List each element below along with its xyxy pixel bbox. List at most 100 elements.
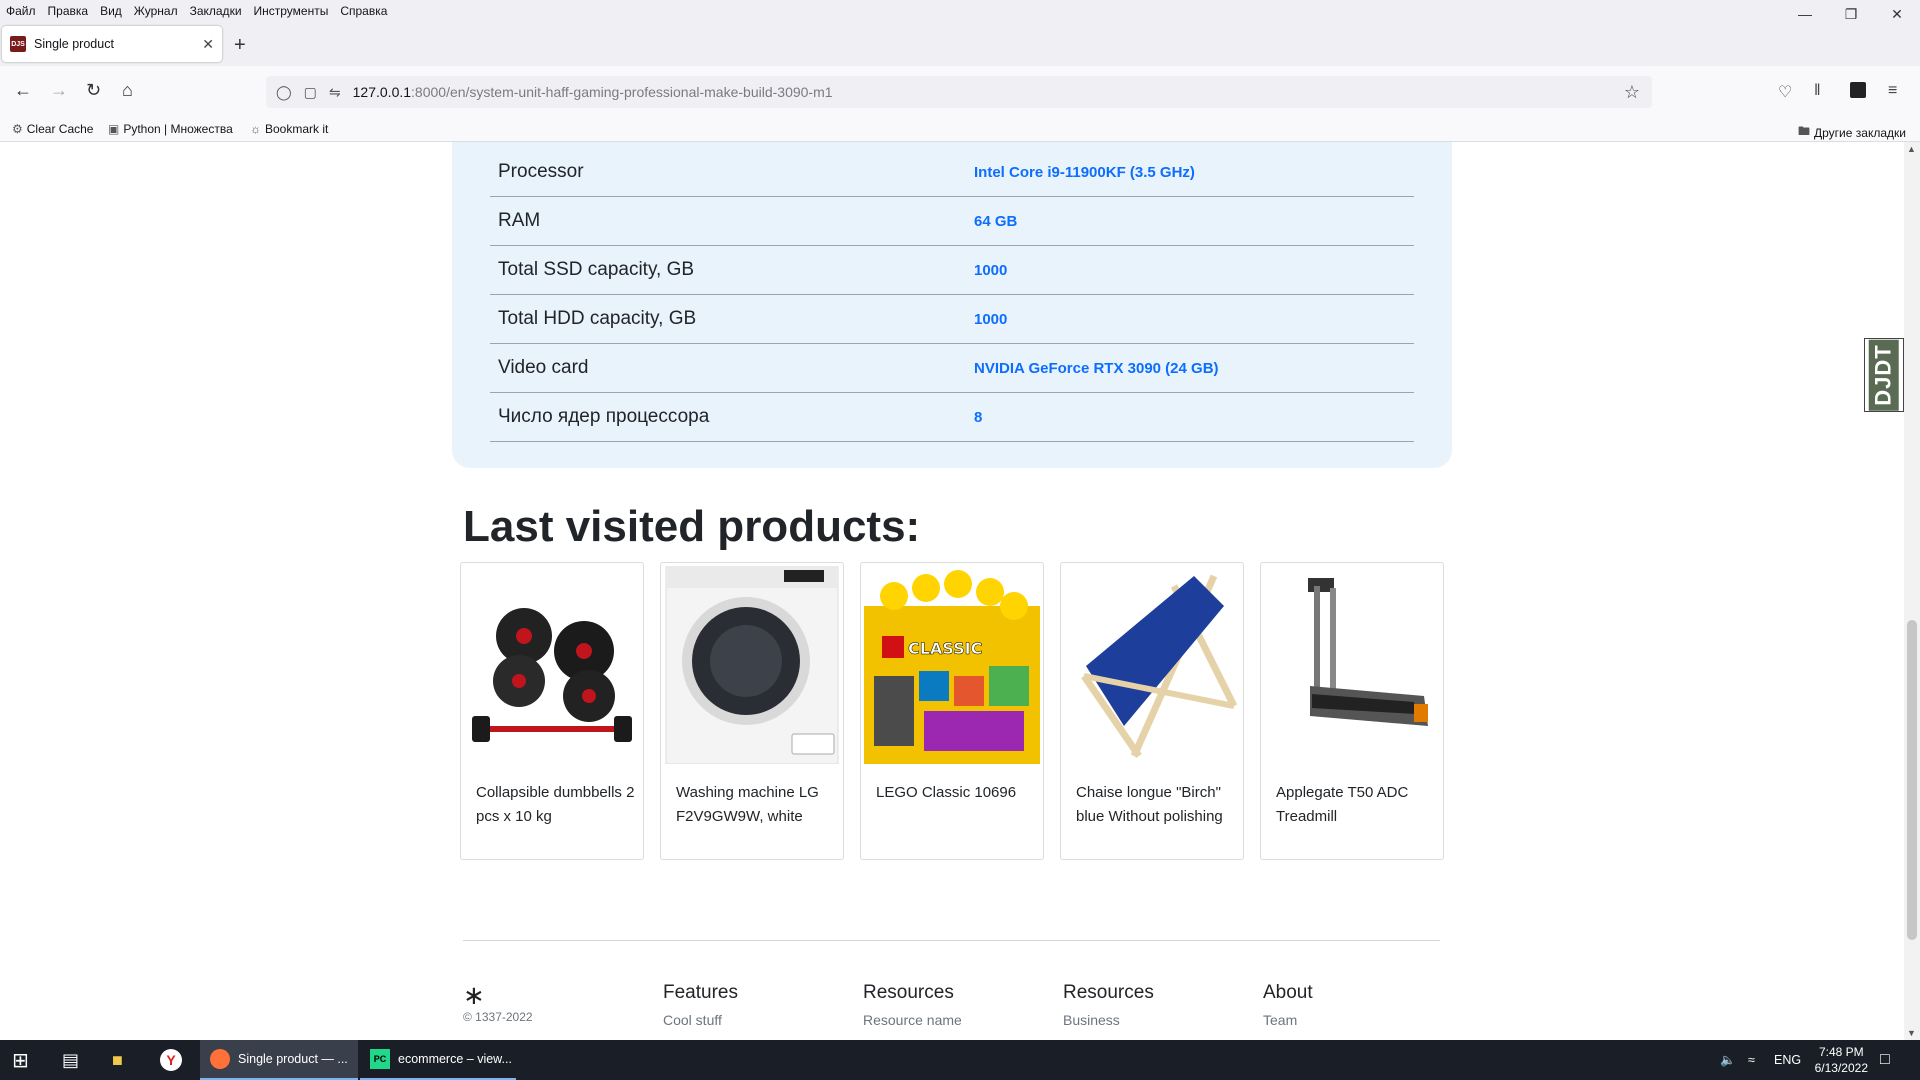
forward-icon[interactable]: → xyxy=(50,80,68,101)
windows-start-icon[interactable]: ⊞ xyxy=(12,1040,29,1080)
bookmark-label: Python | Множества xyxy=(123,122,233,136)
spec-row: RAM 64 GB xyxy=(490,197,1414,246)
chaise-longue-image xyxy=(1081,574,1238,758)
django-debug-toolbar-handle[interactable]: DJDT xyxy=(1864,338,1904,412)
explorer-folder-icon[interactable]: ■ xyxy=(112,1040,123,1080)
spec-key: Total HDD capacity, GB xyxy=(498,308,697,329)
home-icon[interactable]: ⌂ xyxy=(122,80,133,101)
footer-link[interactable]: Team xyxy=(1263,1012,1313,1028)
back-icon[interactable]: ← xyxy=(14,80,32,101)
clock-date: 6/13/2022 xyxy=(1814,1061,1868,1075)
tab-title: Single product xyxy=(34,37,114,51)
bookmark-python-sets[interactable]: ▣ Python | Множества xyxy=(108,122,233,136)
footer-column: Features Cool stuff xyxy=(663,982,738,1028)
network-icon[interactable]: ≈ xyxy=(1748,1040,1755,1080)
spec-key: RAM xyxy=(498,210,541,231)
bookmark-bookmark-it[interactable]: ☼ Bookmark it xyxy=(250,122,328,136)
menu-bookmarks[interactable]: Закладки xyxy=(184,4,248,18)
scroll-down-icon[interactable]: ▼ xyxy=(1907,1028,1916,1038)
spec-row: Total HDD capacity, GB 1000 xyxy=(490,295,1414,344)
footer-column: Resources Resource name xyxy=(863,982,962,1028)
product-card-lego[interactable]: CLASSIC LEGO Classic 10696 xyxy=(860,562,1044,860)
clock-time: 7:48 PM xyxy=(1818,1045,1864,1059)
new-tab-button[interactable]: + xyxy=(234,34,246,57)
dumbbells-image xyxy=(472,608,632,742)
lego-box-image: CLASSIC xyxy=(864,570,1040,764)
footer-copyright: © 1337-2022 xyxy=(463,1010,533,1024)
scroll-up-icon[interactable]: ▲ xyxy=(1907,144,1916,154)
footer-column: About Team xyxy=(1263,982,1313,1028)
app-menu-icon[interactable]: ≡ xyxy=(1888,82,1897,100)
scrollbar-thumb[interactable] xyxy=(1907,620,1917,940)
menu-file[interactable]: Файл xyxy=(0,4,42,18)
taskbar-pycharm-window[interactable]: PC ecommerce – view... xyxy=(360,1040,516,1080)
page-info-icon[interactable]: ▢ xyxy=(304,84,317,101)
spec-value-link[interactable]: NVIDIA GeForce RTX 3090 (24 GB) xyxy=(974,360,1219,377)
url-path: :8000/en/system-unit-haff-gaming-profess… xyxy=(411,84,833,100)
bookmark-page-icon: ▣ xyxy=(108,122,120,136)
url-bar[interactable]: ◯ ▢ ⇋ 127.0.0.1:8000/en/system-unit-haff… xyxy=(266,76,1652,108)
product-card-washing-machine[interactable]: Washing machine LG F2V9GW9W, white xyxy=(660,562,844,860)
page-scrollbar[interactable]: ▲ ▼ xyxy=(1904,142,1920,1040)
product-card-dumbbells[interactable]: Collapsible dumbbells 2 pcs x 10 kg xyxy=(460,562,644,860)
menu-bar: Файл Правка Вид Журнал Закладки Инструме… xyxy=(0,0,1920,22)
file-app-icon[interactable]: ▤ xyxy=(62,1040,79,1080)
menu-edit[interactable]: Правка xyxy=(42,4,95,18)
treadmill-image xyxy=(1308,578,1428,726)
product-name[interactable]: Chaise longue "Birch" blue Without polis… xyxy=(1076,781,1236,829)
gear-icon: ⚙ xyxy=(12,122,23,136)
permissions-icon[interactable]: ⇋ xyxy=(329,84,341,101)
notifications-icon[interactable]: □ xyxy=(1880,1040,1890,1080)
folder-icon: 🖿 xyxy=(1798,124,1811,138)
product-name[interactable]: Washing machine LG F2V9GW9W, white xyxy=(676,781,836,829)
product-name[interactable]: Applegate T50 ADC Treadmill xyxy=(1276,781,1436,829)
menu-history[interactable]: Журнал xyxy=(128,4,184,18)
other-bookmarks[interactable]: 🖿 Другие закладки xyxy=(1798,122,1906,143)
bookmarks-bar: ⚙ Clear Cache ▣ Python | Множества ☼ Boo… xyxy=(0,118,1920,142)
svg-text:CLASSIC: CLASSIC xyxy=(908,639,982,658)
firefox-icon xyxy=(210,1049,230,1069)
spec-value-link[interactable]: 64 GB xyxy=(974,213,1017,230)
footer-link[interactable]: Cool stuff xyxy=(663,1012,738,1028)
bookmark-clear-cache[interactable]: ⚙ Clear Cache xyxy=(12,122,93,136)
taskbar-app-label: ecommerce – view... xyxy=(398,1052,512,1066)
bookmark-star-icon[interactable]: ☆ xyxy=(1624,82,1640,103)
product-card-chaise-longue[interactable]: Chaise longue "Birch" blue Without polis… xyxy=(1060,562,1244,860)
product-name[interactable]: Collapsible dumbbells 2 pcs x 10 kg xyxy=(476,781,636,829)
yandex-browser-icon[interactable]: Y xyxy=(160,1040,182,1080)
spec-key: Processor xyxy=(498,161,584,182)
system-clock[interactable]: 7:48 PM 6/13/2022 xyxy=(1815,1044,1868,1076)
spec-value-link[interactable]: 8 xyxy=(974,409,982,426)
specifications-table: Processor Intel Core i9-11900KF (3.5 GHz… xyxy=(452,142,1452,468)
menu-tools[interactable]: Инструменты xyxy=(248,4,335,18)
taskbar: ⊞ ▤ ■ Y Single product — ... PC ecommerc… xyxy=(0,1040,1920,1080)
nav-bar: ← → ↻ ⌂ ◯ ▢ ⇋ 127.0.0.1:8000/en/system-u… xyxy=(0,66,1920,118)
library-icon[interactable]: ‖ xyxy=(1814,82,1821,100)
spec-value-link[interactable]: 1000 xyxy=(974,311,1007,328)
product-name[interactable]: LEGO Classic 10696 xyxy=(876,781,1036,805)
spec-value-link[interactable]: 1000 xyxy=(974,262,1007,279)
extension-icon[interactable] xyxy=(1850,82,1866,98)
taskbar-firefox-window[interactable]: Single product — ... xyxy=(200,1040,358,1080)
footer-link[interactable]: Resource name xyxy=(863,1012,962,1028)
close-tab-icon[interactable]: ✕ xyxy=(202,36,214,53)
bookmark-label: Bookmark it xyxy=(265,122,329,136)
footer-heading: About xyxy=(1263,982,1313,1003)
menu-help[interactable]: Справка xyxy=(334,4,393,18)
volume-icon[interactable]: 🔈 xyxy=(1720,1040,1736,1080)
language-indicator[interactable]: ENG xyxy=(1774,1040,1801,1080)
shield-icon[interactable]: ◯ xyxy=(276,84,292,101)
menu-view[interactable]: Вид xyxy=(94,4,128,18)
footer-logo: ∗ xyxy=(463,980,485,1010)
spec-value-link[interactable]: Intel Core i9-11900KF (3.5 GHz) xyxy=(974,164,1195,181)
globe-icon: ☼ xyxy=(250,122,261,136)
product-card-treadmill[interactable]: Applegate T50 ADC Treadmill xyxy=(1260,562,1444,860)
tab-single-product[interactable]: DJS Single product ✕ xyxy=(2,26,222,62)
favicon-icon: DJS xyxy=(10,36,26,52)
pocket-icon[interactable]: ♡ xyxy=(1778,82,1792,102)
reload-icon[interactable]: ↻ xyxy=(86,80,101,101)
tab-strip: DJS Single product ✕ + xyxy=(0,22,1920,66)
footer-link[interactable]: Business xyxy=(1063,1012,1154,1028)
taskbar-app-label: Single product — ... xyxy=(238,1052,348,1066)
spec-row: Total SSD capacity, GB 1000 xyxy=(490,246,1414,295)
